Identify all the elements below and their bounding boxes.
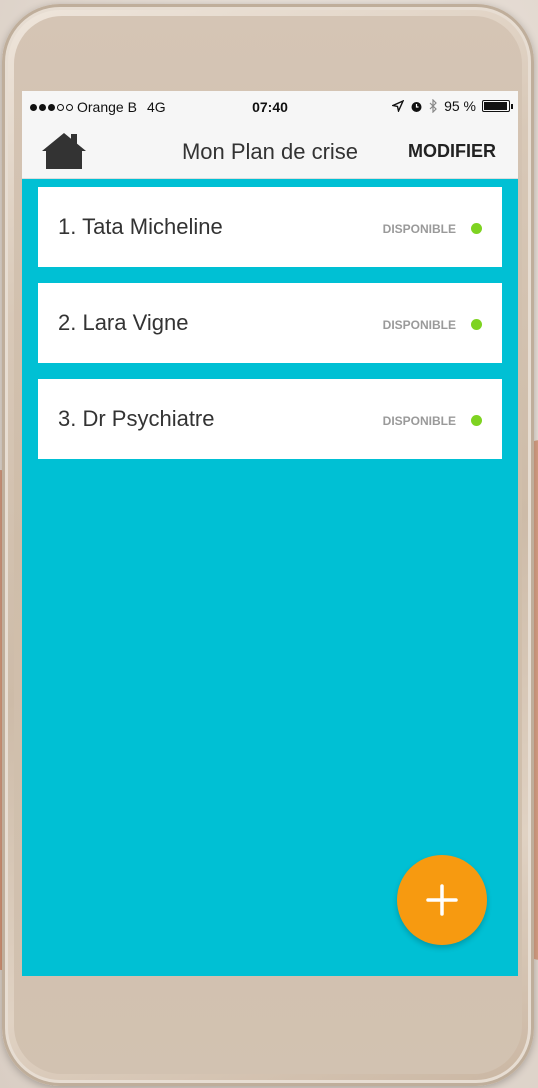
battery-icon [482, 100, 513, 112]
bluetooth-icon [429, 99, 437, 113]
contact-item[interactable]: 3. Dr Psychiatre DISPONIBLE [38, 379, 502, 459]
app-screen: Orange B 4G 07:40 95 % Mon Plan de crise… [22, 91, 518, 976]
battery-fill [484, 102, 507, 110]
location-icon [392, 100, 405, 112]
status-dot-icon [471, 415, 482, 426]
edit-button[interactable]: MODIFIER [408, 141, 496, 162]
nav-bar: Mon Plan de crise MODIFIER [22, 123, 518, 179]
status-bar: Orange B 4G 07:40 95 % [22, 91, 518, 123]
contact-name: 1. Tata Micheline [58, 214, 223, 239]
contact-name: 3. Dr Psychiatre [58, 406, 215, 431]
contact-item[interactable]: 1. Tata Micheline DISPONIBLE [38, 187, 502, 267]
contact-name: 2. Lara Vigne [58, 310, 189, 335]
contact-status: DISPONIBLE [382, 414, 456, 428]
battery-percent: 95 % [444, 98, 476, 114]
contact-item[interactable]: 2. Lara Vigne DISPONIBLE [38, 283, 502, 363]
status-dot-icon [471, 223, 482, 234]
scene: Orange B 4G 07:40 95 % Mon Plan de crise… [0, 0, 538, 1088]
contact-status: DISPONIBLE [382, 318, 456, 332]
contact-list: 1. Tata Micheline DISPONIBLE 2. Lara Vig… [38, 187, 502, 475]
plus-icon [426, 884, 458, 916]
status-right: 95 % [392, 98, 513, 114]
status-dot-icon [471, 319, 482, 330]
add-button[interactable] [397, 855, 487, 945]
contact-status: DISPONIBLE [382, 222, 456, 236]
alarm-icon [411, 101, 422, 112]
